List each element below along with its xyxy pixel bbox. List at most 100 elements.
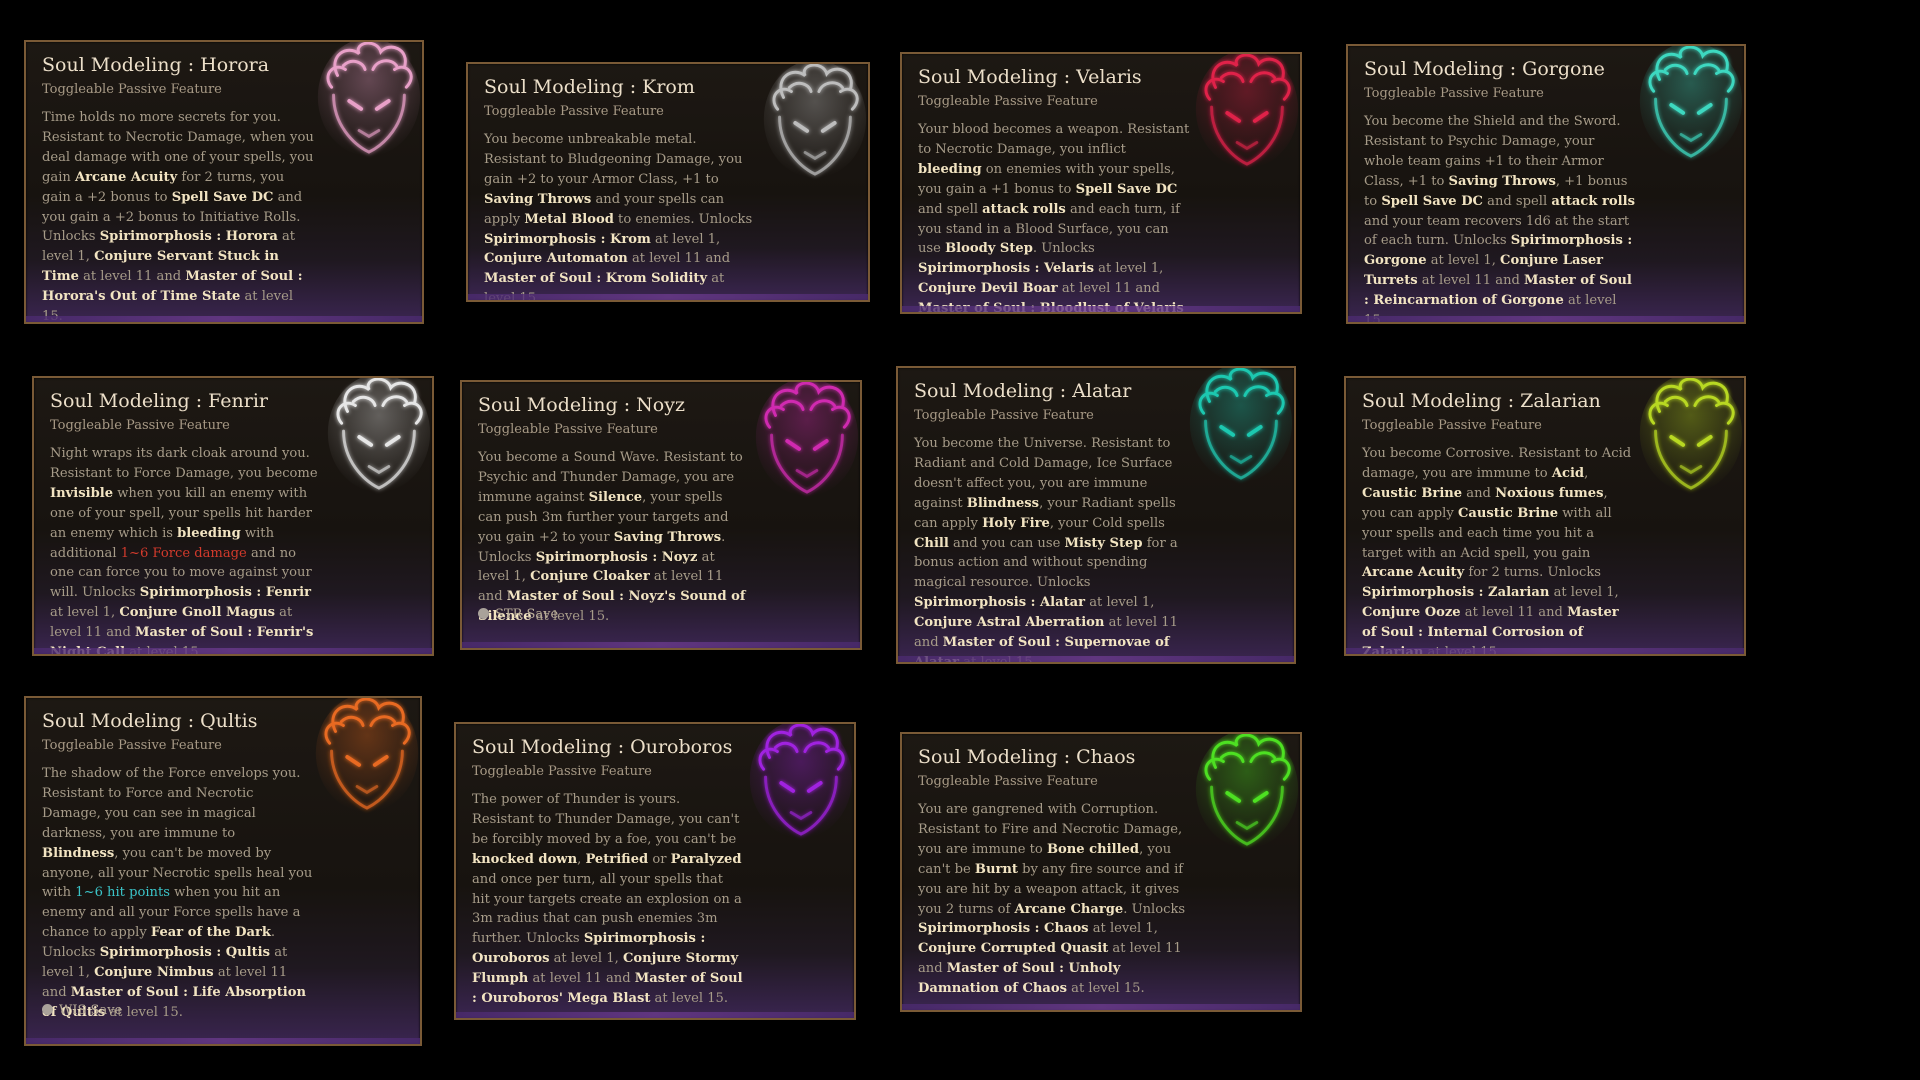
description-text: at level 15. — [125, 645, 203, 656]
keyword[interactable]: 1~6 Force damage — [121, 546, 247, 561]
keyword[interactable]: Spirimorphosis : Chaos — [918, 921, 1089, 936]
keyword[interactable]: Spirimorphosis : Qultis — [100, 945, 270, 960]
keyword[interactable]: Conjure Astral Aberration — [914, 615, 1104, 630]
keyword[interactable]: Conjure Ooze — [1362, 605, 1461, 620]
keyword[interactable]: Saving Throws — [614, 530, 721, 545]
card-gorgone[interactable]: Soul Modeling : Gorgone Toggleable Passiv… — [1346, 44, 1746, 324]
description-text: Your blood becomes a weapon. Resistant t… — [918, 122, 1190, 157]
keyword[interactable]: Noxious fumes — [1495, 486, 1603, 501]
keyword[interactable]: Blindness — [967, 496, 1039, 511]
card-subtitle: Toggleable Passive Feature — [478, 422, 658, 437]
keyword[interactable]: Caustic Brine — [1458, 506, 1558, 521]
keyword[interactable]: Spirimorphosis : Krom — [484, 232, 651, 247]
description-text: at level 1, — [1549, 585, 1619, 601]
keyword[interactable]: bleeding — [177, 526, 241, 541]
keyword[interactable]: Arcane Acuity — [1362, 565, 1464, 580]
keyword[interactable]: Holy Fire — [982, 516, 1050, 531]
keyword[interactable]: attack rolls — [1551, 194, 1635, 209]
card-subtitle: Toggleable Passive Feature — [914, 408, 1094, 423]
card-horora[interactable]: Soul Modeling : Horora Toggleable Passive… — [24, 40, 424, 324]
keyword[interactable]: Bone chilled — [1047, 842, 1139, 857]
keyword[interactable]: Silence — [589, 490, 643, 505]
keyword[interactable]: Spirimorphosis : Alatar — [914, 595, 1085, 610]
keyword[interactable]: Fear of the Dark — [151, 925, 271, 940]
soul-flame-icon — [755, 382, 859, 497]
card-description: The shadow of the Force envelops you. Re… — [42, 764, 314, 1023]
card-subtitle: Toggleable Passive Feature — [1362, 418, 1542, 433]
keyword[interactable]: Saving Throws — [484, 192, 591, 207]
soul-flame-icon — [1639, 46, 1743, 161]
keyword[interactable]: Conjure Automaton — [484, 251, 628, 266]
soul-flame-icon — [1189, 368, 1293, 483]
card-alatar[interactable]: Soul Modeling : Alatar Toggleable Passive… — [896, 366, 1296, 664]
card-description: You become a Sound Wave. Resistant to Ps… — [478, 448, 750, 627]
card-krom[interactable]: Soul Modeling : Krom Toggleable Passive F… — [466, 62, 870, 302]
card-ouroboros[interactable]: Soul Modeling : Ouroboros Toggleable Pass… — [454, 722, 856, 1020]
card-title: Soul Modeling : Horora — [42, 54, 270, 76]
keyword[interactable]: Spell Save DC — [172, 190, 274, 205]
description-text: for 2 turns. Unlocks — [1464, 565, 1601, 581]
keyword[interactable]: Conjure Nimbus — [94, 965, 214, 980]
keyword[interactable]: Conjure Corrupted Quasit — [918, 941, 1108, 956]
card-description: You become Corrosive. Resistant to Acid … — [1362, 444, 1634, 654]
description-text: at level 15. — [650, 991, 729, 1007]
keyword[interactable]: Paralyzed — [671, 852, 742, 867]
keyword[interactable]: Master of Soul : Supernovae of Alatar — [914, 635, 1170, 662]
card-noyz[interactable]: Soul Modeling : Noyz Toggleable Passive F… — [460, 380, 862, 650]
save-icon — [42, 1004, 53, 1015]
keyword[interactable]: Saving Throws — [1449, 174, 1556, 189]
keyword[interactable]: Burnt — [975, 862, 1018, 877]
keyword[interactable]: Spell Save DC — [1076, 182, 1178, 197]
card-description: Night wraps its dark cloak around you. R… — [50, 444, 322, 656]
keyword[interactable]: Misty Step — [1065, 536, 1143, 551]
soul-flame-icon — [1195, 734, 1299, 849]
keyword[interactable]: Acid — [1552, 466, 1584, 481]
keyword[interactable]: Metal Blood — [524, 212, 614, 227]
card-description: You become the Shield and the Sword. Res… — [1364, 112, 1636, 322]
card-zalarian[interactable]: Soul Modeling : Zalarian Toggleable Passi… — [1344, 376, 1746, 656]
keyword[interactable]: Spirimorphosis : Zalarian — [1362, 585, 1549, 600]
keyword[interactable]: Spirimorphosis : Noyz — [536, 550, 698, 565]
keyword[interactable]: Arcane Acuity — [75, 170, 177, 185]
keyword[interactable]: Invisible — [50, 486, 113, 501]
keyword[interactable]: Conjure Cloaker — [530, 569, 650, 584]
keyword[interactable]: Spell Save DC — [1381, 194, 1483, 209]
card-subtitle: Toggleable Passive Feature — [472, 764, 652, 779]
card-subtitle: Toggleable Passive Feature — [42, 82, 222, 97]
card-subtitle: Toggleable Passive Feature — [42, 738, 222, 753]
soul-flame-icon — [1639, 378, 1743, 493]
keyword[interactable]: Master of Soul : Bloodlust of Velaris — [918, 301, 1184, 312]
card-description: Your blood becomes a weapon. Resistant t… — [918, 120, 1190, 312]
keyword[interactable]: Blindness — [42, 846, 114, 861]
keyword[interactable]: knocked down — [472, 852, 577, 867]
description-text: at level 11 and — [528, 971, 635, 987]
keyword[interactable]: bleeding — [918, 162, 982, 177]
keyword[interactable]: Spirimorphosis : Horora — [100, 229, 278, 244]
keyword[interactable]: Conjure Gnoll Magus — [119, 605, 275, 620]
keyword[interactable]: Master of Soul : Krom Solidity — [484, 271, 707, 286]
card-title: Soul Modeling : Zalarian — [1362, 390, 1601, 412]
card-qultis[interactable]: Soul Modeling : Qultis Toggleable Passive… — [24, 696, 422, 1046]
description-text: . Unlocks — [1032, 241, 1095, 257]
card-title: Soul Modeling : Fenrir — [50, 390, 269, 412]
keyword[interactable]: attack rolls — [982, 202, 1066, 217]
saving-throw-tag: WIS Save — [42, 1003, 122, 1018]
description-text: at level 1, — [650, 231, 721, 247]
keyword[interactable]: Bloody Step — [945, 241, 1033, 256]
keyword[interactable]: Spirimorphosis : Fenrir — [140, 585, 311, 600]
soul-flame-icon — [327, 378, 431, 493]
keyword[interactable]: Arcane Charge — [1015, 902, 1124, 917]
keyword[interactable]: Petrified — [585, 852, 648, 867]
keyword[interactable]: Spirimorphosis : Velaris — [918, 261, 1094, 276]
card-chaos[interactable]: Soul Modeling : Chaos Toggleable Passive … — [900, 732, 1302, 1012]
card-velaris[interactable]: Soul Modeling : Velaris Toggleable Passiv… — [900, 52, 1302, 314]
keyword[interactable]: Conjure Devil Boar — [918, 281, 1058, 296]
description-text: at level 11 and — [1460, 605, 1568, 621]
description-text: The power of Thunder is yours. Resistant… — [472, 792, 740, 847]
card-fenrir[interactable]: Soul Modeling : Fenrir Toggleable Passive… — [32, 376, 434, 656]
keyword[interactable]: Chill — [914, 536, 949, 551]
keyword[interactable]: 1~6 hit points — [75, 885, 170, 900]
card-title: Soul Modeling : Krom — [484, 76, 695, 98]
keyword[interactable]: Caustic Brine — [1362, 486, 1462, 501]
description-text: Night wraps its dark cloak around you. R… — [50, 446, 318, 481]
